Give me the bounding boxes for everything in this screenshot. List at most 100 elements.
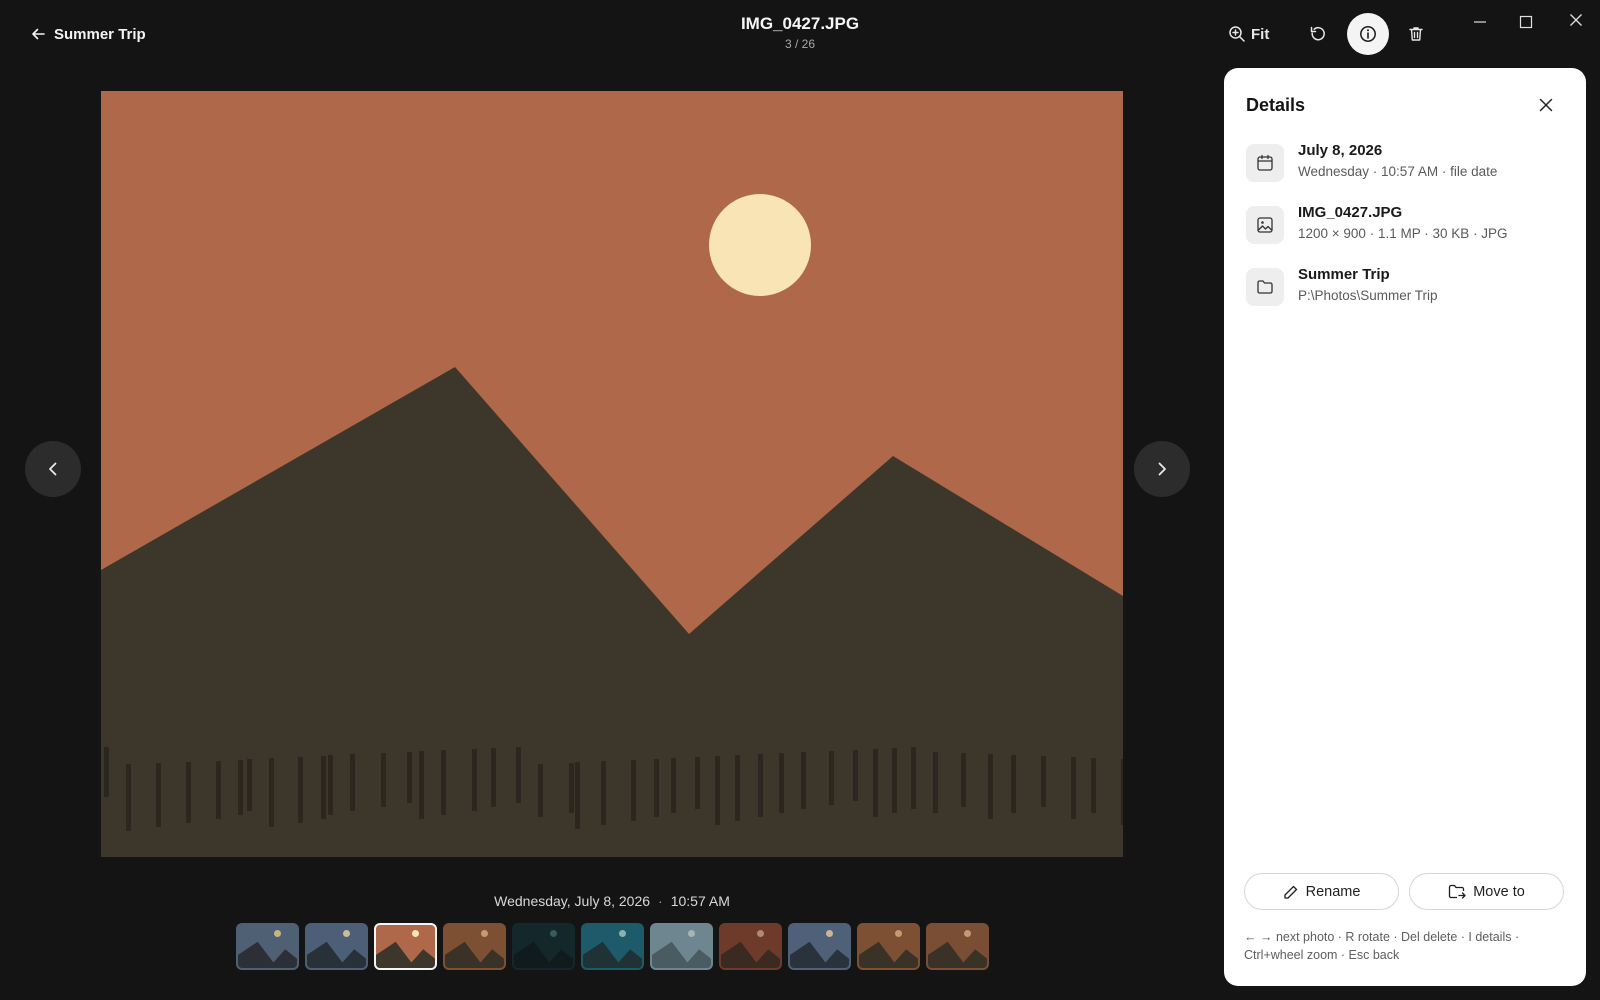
info-button[interactable] [1347,13,1389,55]
rotate-icon [1309,25,1327,43]
thumbnail-sun [550,930,557,937]
thumbnail-sun [826,930,833,937]
filmstrip-thumbnail[interactable] [857,923,920,970]
grass-stroke [695,757,700,809]
grass-stroke [186,762,191,823]
file-title: IMG_0427.JPG [740,14,860,33]
grass-stroke [419,751,424,819]
thumbnail-mountains [928,941,987,968]
thumbnail-mountains [583,941,642,968]
date-main: July 8, 2026 [1298,142,1383,159]
back-button[interactable]: Summer Trip [30,22,146,46]
delete-button[interactable] [1402,20,1430,48]
trash-icon [1407,25,1425,43]
thumbnail-sun [895,930,902,937]
grass-stroke [381,753,386,807]
details-panel: Details July 8, 2026 Wednesday · 10:57 A… [1224,68,1586,986]
thumbnail-mountains [790,941,849,968]
grass-stroke [569,763,574,813]
grass-stroke [988,754,993,819]
maximize-button[interactable] [1512,8,1540,36]
grass-stroke [104,747,109,797]
caption-time: 10:57 AM [670,893,730,909]
grass-stroke [671,758,676,813]
grass-stroke [1041,756,1046,807]
grass-stroke [575,762,580,829]
minimize-icon [1473,15,1487,29]
keyboard-hints: ← → next photo · R rotate · Del delete ·… [1244,930,1520,962]
grass-stroke [538,764,543,817]
grass-stroke [715,756,720,825]
grass-stroke [491,748,496,807]
thumbnail-sun [343,930,350,937]
date-sub: Wednesday · 10:57 AM · file date [1298,164,1498,179]
thumbnail-sun [757,930,764,937]
filmstrip-thumbnail[interactable] [719,923,782,970]
thumbnail-mountains [721,941,780,968]
filmstrip-thumbnail[interactable] [374,923,437,970]
chevron-right-icon [1153,460,1171,478]
grass-stroke [407,752,412,803]
grass-stroke [156,763,161,827]
minimize-button[interactable] [1466,8,1494,36]
next-photo-button[interactable] [1134,441,1190,497]
filmstrip-thumbnail[interactable] [305,923,368,970]
grass-stroke [631,760,636,821]
grass-stroke [1071,757,1076,819]
window-close-button[interactable] [1561,5,1591,35]
filmstrip-thumbnail[interactable] [650,923,713,970]
grass-stroke [269,758,274,827]
photo-viewer[interactable] [101,91,1123,857]
grass-stroke [1121,759,1123,825]
grass-stroke [735,755,740,821]
grass-stroke [441,750,446,815]
photo-caption: Wednesday, July 8, 2026 · 10:57 AM [300,893,924,909]
image-icon [1246,206,1284,244]
move-to-button[interactable]: Move to [1409,873,1564,910]
back-label: Summer Trip [54,25,146,43]
filmstrip-thumbnail[interactable] [581,923,644,970]
rename-label: Rename [1305,883,1361,900]
thumbnail-mountains [652,941,711,968]
thumbnail-mountains [307,941,366,968]
grass-stroke [126,764,131,831]
grass-stroke [779,753,784,813]
move-to-label: Move to [1473,883,1525,900]
filmstrip-thumbnail[interactable] [926,923,989,970]
photo-counter: 3 / 26 [784,37,816,51]
thumbnail-mountains [859,941,918,968]
filmstrip-thumbnail[interactable] [512,923,575,970]
thumbnail-sun [964,930,971,937]
rotate-button[interactable] [1304,20,1332,48]
filmstrip-thumbnail[interactable] [236,923,299,970]
grass-stroke [829,751,834,805]
details-title: Details [1246,95,1306,115]
grass-stroke [853,750,858,801]
thumbnail-sun [481,930,488,937]
pencil-icon [1283,884,1299,900]
photo-sun [709,194,811,296]
grass-stroke [321,756,326,819]
caption-separator: · [658,893,663,909]
filmstrip-thumbnail[interactable] [443,923,506,970]
thumbnail-sun [619,930,626,937]
thumbnail-mountains [445,941,504,968]
grass-stroke [247,759,252,811]
date-row: July 8, 2026 Wednesday · 10:57 AM · file… [1246,142,1566,182]
grass-stroke [298,757,303,823]
info-icon [1359,25,1377,43]
previous-photo-button[interactable] [25,441,81,497]
thumbnail-mountains [376,941,435,968]
grass-stroke [873,749,878,817]
filmstrip-thumbnail[interactable] [788,923,851,970]
fit-button[interactable]: Fit [1228,20,1269,48]
folder-main: Summer Trip [1298,266,1390,283]
rename-button[interactable]: Rename [1244,873,1399,910]
photo-image [101,91,1123,857]
thumbnail-sun [412,930,419,937]
folder-icon [1246,268,1284,306]
thumbnail-sun [274,930,281,937]
close-details-button[interactable] [1532,91,1560,119]
file-row: IMG_0427.JPG 1200 × 900 · 1.1 MP · 30 KB… [1246,204,1566,244]
arrow-left-icon [30,26,46,42]
